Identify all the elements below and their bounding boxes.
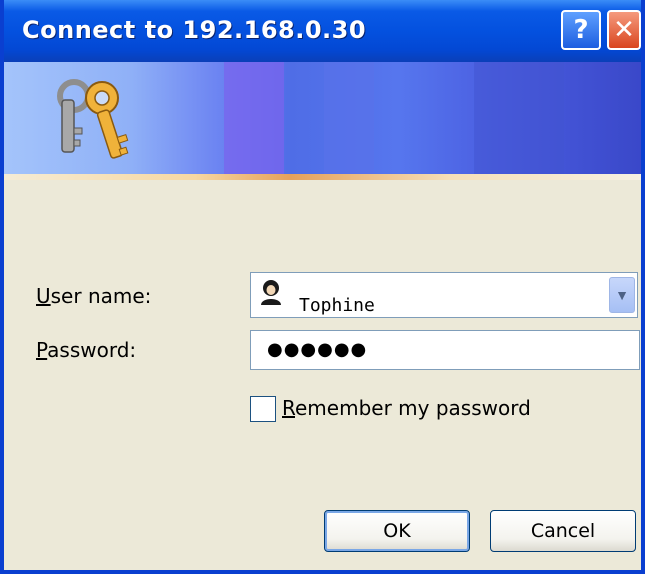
- password-label: Password:: [36, 338, 136, 362]
- remember-label-accelerator: R: [282, 396, 295, 420]
- remember-label-text: emember my password: [295, 396, 531, 420]
- title-bar[interactable]: Connect to 192.168.0.30 ? ✕: [4, 0, 641, 62]
- cancel-button[interactable]: Cancel: [490, 510, 636, 552]
- password-label-text: assword:: [47, 338, 137, 362]
- chevron-down-icon[interactable]: ▼: [609, 277, 635, 313]
- username-value: Tophine: [299, 295, 375, 316]
- banner-stripe: [224, 62, 284, 180]
- username-label-accelerator: U: [36, 284, 51, 308]
- help-button[interactable]: ?: [561, 10, 601, 50]
- banner-stripe: [324, 62, 374, 180]
- banner-stripe: [474, 62, 564, 180]
- username-label-text: ser name:: [50, 284, 152, 308]
- keys-icon: [57, 79, 129, 159]
- header-banner: [4, 62, 641, 180]
- window-title: Connect to 192.168.0.30: [22, 16, 367, 44]
- banner-divider: [4, 174, 641, 180]
- password-mask: ●●●●●●: [267, 339, 368, 360]
- remember-password-label[interactable]: Remember my password: [282, 396, 531, 420]
- username-combobox[interactable]: Tophine ▼: [250, 272, 638, 318]
- user-icon: [259, 279, 283, 309]
- username-label: User name:: [36, 284, 151, 308]
- remember-password-checkbox[interactable]: [250, 396, 276, 422]
- password-label-accelerator: P: [36, 338, 48, 362]
- password-field[interactable]: ●●●●●●: [250, 330, 640, 370]
- ok-button[interactable]: OK: [324, 510, 470, 552]
- close-button[interactable]: ✕: [607, 10, 641, 50]
- login-dialog: Connect to 192.168.0.30 ? ✕ User name: T…: [0, 0, 645, 574]
